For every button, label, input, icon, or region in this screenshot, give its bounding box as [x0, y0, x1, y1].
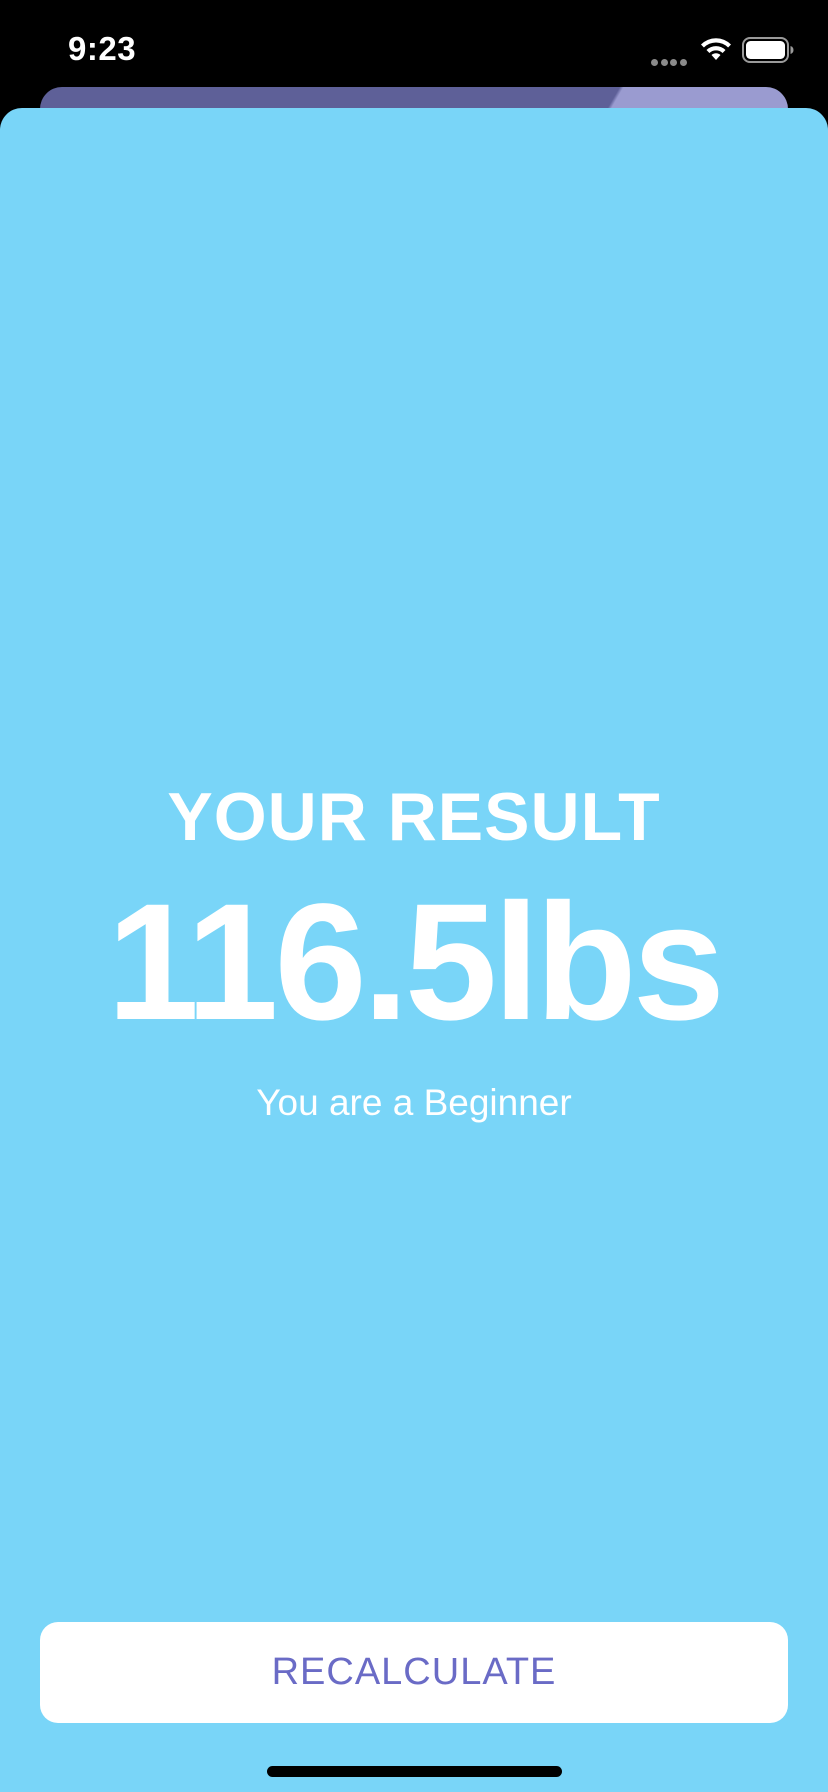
status-time: 9:23	[68, 30, 137, 67]
cellular-dots-icon	[651, 53, 691, 66]
result-message: You are a Beginner	[256, 1082, 572, 1123]
result-title: YOUR RESULT	[167, 779, 661, 855]
app-screen: 9:23 YOUR RESULT 116.5lbs You are a Begi…	[0, 0, 828, 1792]
home-indicator[interactable]	[267, 1766, 562, 1777]
wifi-icon	[701, 38, 731, 60]
status-bar: 9:23	[0, 0, 828, 100]
result-value: 116.5lbs	[106, 870, 725, 1055]
battery-icon	[742, 37, 794, 63]
recalculate-button[interactable]: RECALCULATE	[40, 1622, 788, 1723]
